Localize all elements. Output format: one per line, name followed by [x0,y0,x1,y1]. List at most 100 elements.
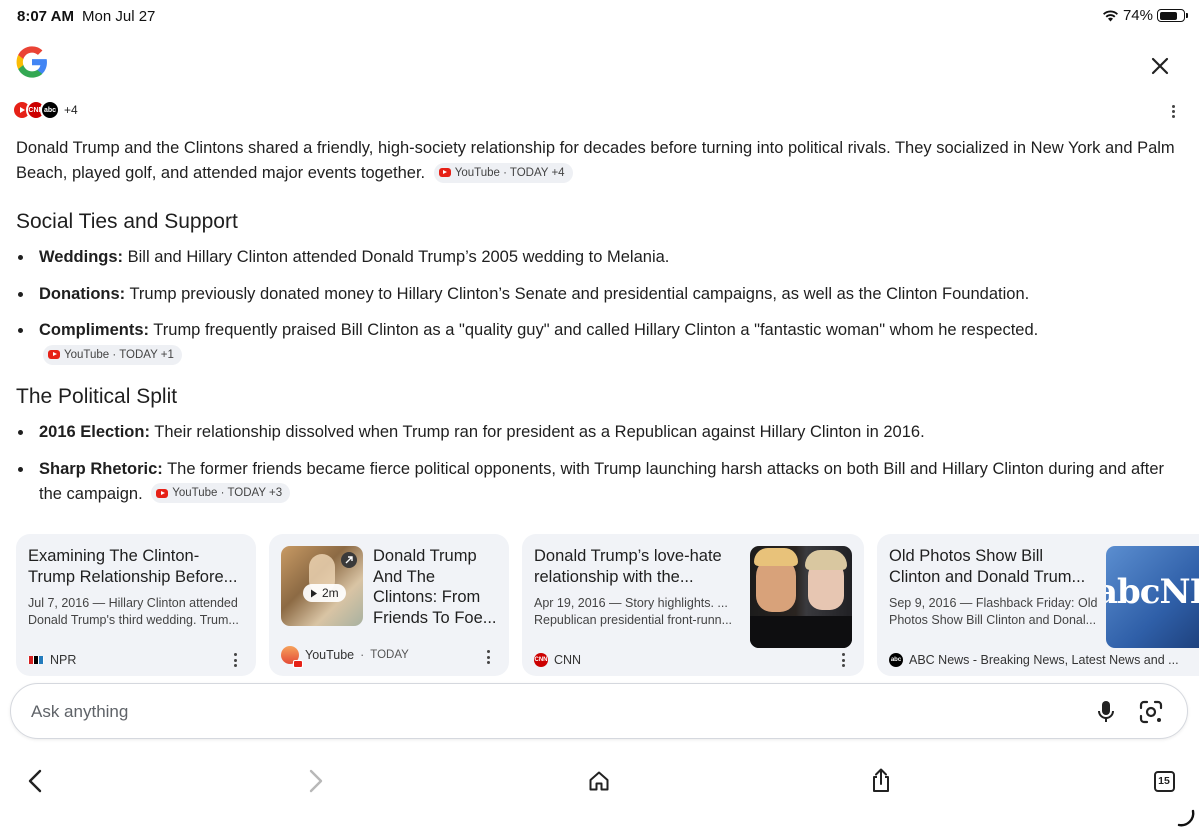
section-heading: The Political Split [16,385,178,408]
status-bar: 8:07 AM Mon Jul 27 74% [0,0,1199,32]
section-heading: Social Ties and Support [16,210,238,233]
kebab-dot [841,653,845,656]
bullet-label: 2016 Election: [39,423,150,441]
tab-switcher-button[interactable]: 15 [1149,766,1179,796]
google-logo-icon [16,46,47,78]
browser-toolbar: 15 [0,750,1199,834]
bullet-text: Bill and Hillary Clinton attended Donald… [123,248,670,266]
card-title: Examining The Clinton-Trump Relationship… [28,547,238,586]
kebab-dot [1171,114,1175,118]
card-more-button[interactable] [839,653,847,667]
card-source-name: YouTube [305,648,355,662]
ask-input[interactable] [31,699,1031,725]
npr-icon-bar [34,656,38,664]
card-source: abc ABC News - Breaking News, Latest New… [889,653,1179,667]
list-item: Sharp Rhetoric: The former friends becam… [16,457,1181,507]
card-more-button[interactable] [484,650,492,664]
kebab-dot [841,658,845,662]
close-button[interactable] [1146,52,1174,80]
card-source: YouTube · TODAY [281,646,409,668]
article-thumbnail[interactable] [750,546,852,648]
source-favicons[interactable]: CNN abc +4 [12,99,78,121]
tab-count: 15 [1153,770,1175,792]
kebab-dot [486,655,490,659]
expand-icon [341,552,357,568]
intro-text: Donald Trump and the Clintons shared a f… [16,139,1175,182]
card-more-button[interactable] [231,653,239,667]
citation-chip[interactable]: YouTube · TODAY +4 [433,162,573,183]
video-thumbnail[interactable]: 2m [281,546,363,626]
bullet-label: Compliments: [39,321,150,339]
ask-anything-bar [10,683,1188,739]
share-button[interactable] [866,766,896,796]
bullet-label: Donations: [39,284,126,303]
play-icon [311,589,317,597]
video-duration: 2m [303,584,346,602]
thumbnail-hair [805,550,847,570]
card-title: Old Photos Show Bill Clinton and Donald … [889,547,1086,586]
chip-label: YouTube · TODAY +1 [64,348,174,361]
battery-percent: 74% [1122,7,1153,24]
kebab-dot [233,658,237,662]
duration-label: 2m [322,586,339,600]
youtube-icon [48,350,60,359]
bullet-text: Their relationship dissolved when Trump … [149,423,925,441]
bullet-list: 2016 Election: Their relationship dissol… [16,420,1181,507]
list-item: 2016 Election: Their relationship dissol… [16,420,1181,445]
npr-icon [28,656,44,664]
abc-icon: abc [40,100,60,120]
citation-chip[interactable]: YouTube · TODAY +3 [151,483,291,503]
chip-label: YouTube · TODAY +3 [172,487,283,499]
article-thumbnail[interactable]: abcNE [1106,546,1199,648]
abc-news-logo: abcNE [1106,572,1199,612]
card-meta: Sep 9, 2016 — Flashback Friday: Old Phot… [889,596,1098,627]
source-card-youtube[interactable]: 2m Donald Trump And The Clintons: From F… [269,534,509,676]
kebab-dot [486,661,490,664]
back-button[interactable] [20,766,50,796]
source-card-cnn[interactable]: Donald Trump’s love-hate relationship wi… [522,534,864,676]
source-cards-carousel[interactable]: Examining The Clinton-Trump Relationship… [16,534,1199,676]
google-lens-button[interactable] [1137,698,1165,726]
lens-icon [1139,700,1163,724]
kebab-dot [233,664,237,667]
status-time: 8:07 AM [17,8,74,25]
card-body: Examining The Clinton-Trump Relationship… [28,546,246,628]
list-item: Compliments: Trump frequently praised Bi… [16,318,1181,368]
citation-chip[interactable]: YouTube · TODAY +1 [43,344,182,365]
bullet-text: Trump previously donated money to Hillar… [125,284,1030,303]
forward-arrow-icon [309,769,323,793]
forward-button[interactable] [301,766,331,796]
back-arrow-icon [28,769,42,793]
bullet-text: Trump frequently praised Bill Clinton as… [149,321,1039,339]
source-card-npr[interactable]: Examining The Clinton-Trump Relationship… [16,534,256,676]
home-icon [589,771,609,791]
card-source-name: CNN [554,653,582,667]
kebab-dot [486,650,490,653]
youtube-icon [438,168,451,177]
card-title: Donald Trump And The Clintons: From Frie… [373,547,497,627]
npr-icon-bar [29,656,33,664]
youtube-icon [156,488,169,498]
status-date: Mon Jul 27 [82,8,156,25]
card-body: Donald Trump And The Clintons: From Frie… [373,546,501,628]
card-source: CNN CNN [534,653,581,667]
npr-icon-bar [39,656,43,664]
battery-icon [1157,9,1188,22]
card-source: NPR [28,653,76,667]
source-card-abc[interactable]: Old Photos Show Bill Clinton and Donald … [877,534,1199,676]
voice-search-button[interactable] [1093,698,1119,726]
kebab-dot [1171,104,1175,108]
more-options-button[interactable] [1163,100,1183,122]
wifi-icon [1102,10,1118,22]
card-source-name: ABC News - Breaking News, Latest News an… [909,653,1179,667]
close-icon [1151,57,1169,75]
bullet-list: Weddings: Bill and Hillary Clinton atten… [16,245,1181,368]
card-title: Donald Trump’s love-hate relationship wi… [534,547,722,586]
battery-fill [1159,11,1177,20]
cnn-icon: CNN [534,653,548,667]
chip-label: YouTube · TODAY +4 [454,166,565,179]
home-button[interactable] [584,766,614,796]
bullet-label: Weddings: [39,248,124,266]
card-body: Donald Trump’s love-hate relationship wi… [534,546,742,628]
overview-intro: Donald Trump and the Clintons shared a f… [16,136,1181,186]
